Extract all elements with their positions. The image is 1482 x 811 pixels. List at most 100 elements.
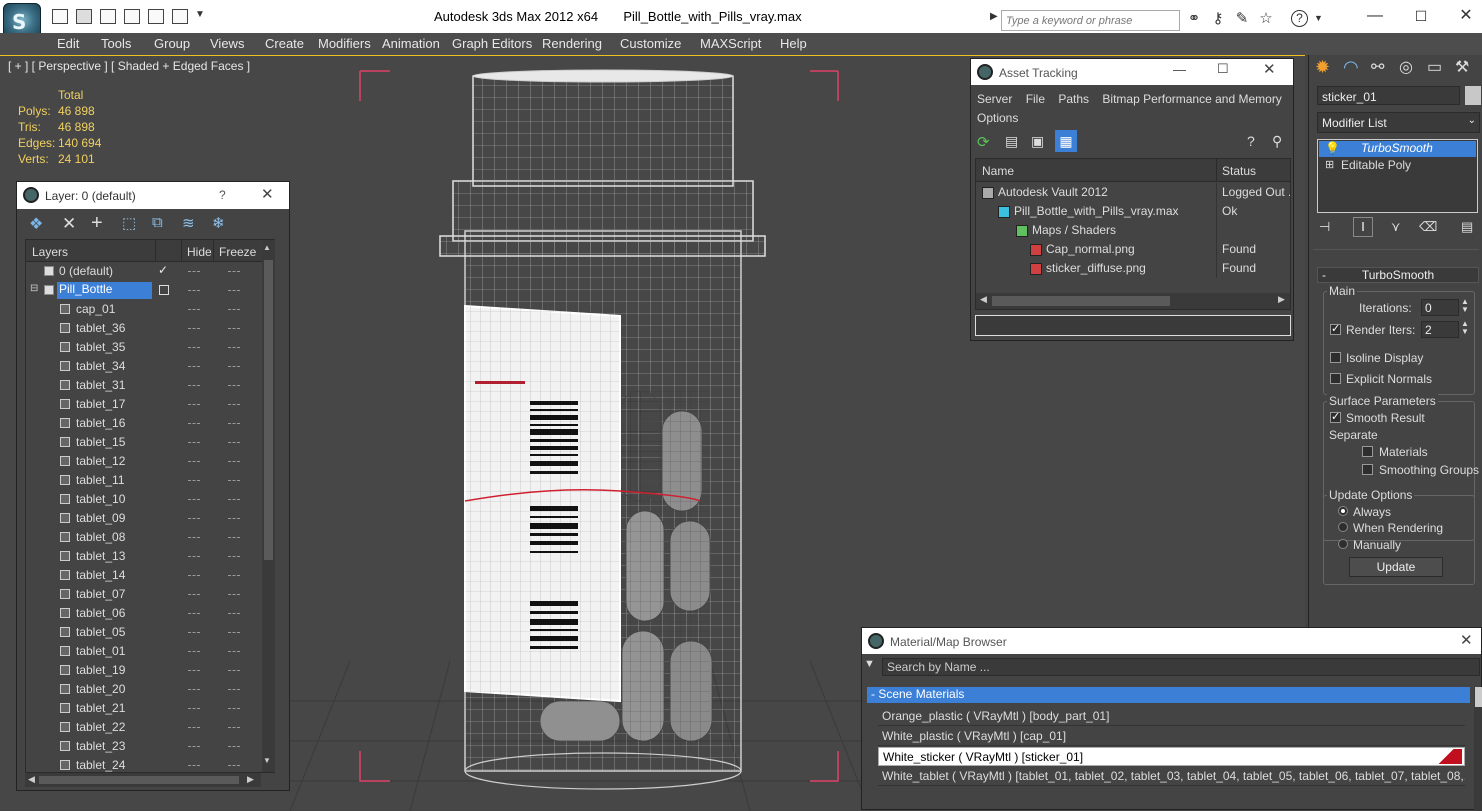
layer-row[interactable]: tablet_15 (26, 433, 258, 452)
infocenter-search-input[interactable]: Type a keyword or phrase (1001, 10, 1180, 31)
layer-row[interactable]: tablet_17 (26, 395, 258, 414)
menu-animation[interactable]: Animation (382, 36, 440, 51)
freeze-toggle[interactable] (228, 385, 240, 386)
list-view-icon[interactable]: ▤ (1005, 133, 1018, 150)
layer-row[interactable]: tablet_31 (26, 376, 258, 395)
material-browser-titlebar[interactable]: Material/Map Browser ✕ (862, 628, 1481, 654)
layer-row[interactable]: tablet_01 (26, 642, 258, 661)
binoculars-icon[interactable]: ⚭ (1185, 10, 1203, 28)
layer-row[interactable]: tablet_11 (26, 471, 258, 490)
hide-toggle[interactable] (188, 632, 200, 633)
hide-toggle[interactable] (188, 404, 200, 405)
select-objects-icon[interactable]: ⬚ (122, 214, 136, 232)
freeze-toggle[interactable] (228, 537, 240, 538)
freeze-toggle[interactable] (228, 670, 240, 671)
layer-scrollbar[interactable]: ▲ ▼ (262, 240, 275, 772)
freeze-toggle[interactable] (228, 442, 240, 443)
hide-toggle[interactable] (188, 309, 200, 310)
asset-menu-paths[interactable]: Paths (1058, 92, 1089, 106)
when-rendering-radio[interactable] (1338, 522, 1348, 532)
menu-tools[interactable]: Tools (101, 36, 131, 51)
freeze-toggle[interactable] (228, 556, 240, 557)
material-search-input[interactable]: Search by Name ... (882, 658, 1480, 676)
hide-toggle[interactable] (188, 499, 200, 500)
menu-create[interactable]: Create (265, 36, 304, 51)
subscription-key-icon[interactable]: ⚷ (1209, 10, 1227, 28)
layer-row[interactable]: tablet_13 (26, 547, 258, 566)
menu-modifiers[interactable]: Modifiers (318, 36, 371, 51)
freeze-toggle[interactable] (228, 290, 240, 291)
freeze-toggle[interactable] (228, 727, 240, 728)
current-layer-box[interactable] (159, 285, 169, 295)
hide-toggle[interactable] (188, 613, 200, 614)
remove-modifier-icon[interactable]: ⌫ (1419, 219, 1437, 235)
viewport-label[interactable]: [ + ] [ Perspective ] [ Shaded + Edged F… (8, 59, 250, 73)
hide-toggle[interactable] (188, 347, 200, 348)
menu-rendering[interactable]: Rendering (542, 36, 602, 51)
motion-tab-icon[interactable]: ◎ (1399, 57, 1413, 77)
asset-hscroll-thumb[interactable] (992, 296, 1170, 306)
iterations-spinner[interactable]: 0 (1421, 299, 1459, 316)
menu-help[interactable]: Help (780, 36, 807, 51)
render-iters-spinner[interactable]: 2 (1421, 321, 1459, 338)
menu-graph-editors[interactable]: Graph Editors (452, 36, 532, 51)
hide-toggle[interactable] (188, 366, 200, 367)
make-unique-icon[interactable]: ⋎ (1391, 219, 1401, 235)
maximize-icon[interactable]: ☐ (1406, 6, 1436, 26)
layer-row[interactable]: tablet_09 (26, 509, 258, 528)
asset-scroll-right-icon[interactable]: ▶ (1278, 294, 1285, 305)
layer-row[interactable]: tablet_34 (26, 357, 258, 376)
hide-toggle[interactable] (188, 708, 200, 709)
layer-row[interactable]: tablet_06 (26, 604, 258, 623)
table-view-icon[interactable]: ▦ (1055, 130, 1077, 152)
layer-row[interactable]: tablet_19 (26, 661, 258, 680)
col-freeze[interactable]: Freeze (219, 245, 256, 259)
utilities-tab-icon[interactable]: ⚒ (1455, 57, 1469, 77)
layer-scroll-thumb[interactable] (264, 260, 273, 560)
freeze-toggle[interactable] (228, 271, 240, 272)
hide-all-icon[interactable]: ≋ (182, 214, 195, 232)
hide-toggle[interactable] (188, 290, 200, 291)
layer-hscrollbar[interactable]: ◀ ▶ (25, 773, 261, 787)
manually-radio[interactable] (1338, 539, 1348, 549)
hide-toggle[interactable] (188, 480, 200, 481)
layer-row[interactable]: tablet_35 (26, 338, 258, 357)
material-row[interactable]: White_tablet ( VRayMtl ) [tablet_01, tab… (878, 767, 1465, 786)
menu-edit[interactable]: Edit (57, 36, 79, 51)
help-icon[interactable]: ? (1291, 10, 1308, 27)
layer-row[interactable]: tablet_36 (26, 319, 258, 338)
col-layers[interactable]: Layers (32, 245, 68, 259)
layer-row[interactable]: 0 (default) ✓ (26, 262, 258, 281)
freeze-toggle[interactable] (228, 632, 240, 633)
asset-hscrollbar[interactable]: ◀ ▶ (976, 293, 1290, 309)
scroll-right-icon[interactable]: ▶ (247, 774, 254, 785)
asset-maximize-icon[interactable]: ☐ (1217, 61, 1229, 77)
layer-row[interactable]: ⊟ Pill_Bottle (26, 281, 258, 300)
layer-row[interactable]: tablet_21 (26, 699, 258, 718)
layer-panel-close-icon[interactable]: ✕ (261, 185, 274, 203)
add-to-layer-icon[interactable]: + (91, 212, 103, 235)
hide-toggle[interactable] (188, 594, 200, 595)
material-browser-scrollbar[interactable] (1474, 687, 1482, 811)
layer-row[interactable]: tablet_16 (26, 414, 258, 433)
hide-toggle[interactable] (188, 328, 200, 329)
create-tab-icon[interactable]: ✹ (1315, 57, 1330, 78)
hierarchy-tab-icon[interactable]: ⚯ (1371, 57, 1384, 77)
modifier-list-dropdown[interactable]: Modifier List ⌄ (1317, 112, 1480, 133)
scroll-down-icon[interactable]: ▼ (263, 756, 271, 765)
hide-toggle[interactable] (188, 461, 200, 462)
hide-toggle[interactable] (188, 575, 200, 576)
scene-materials-group-header[interactable]: - Scene Materials (867, 687, 1470, 703)
render-iters-spinner-arrows[interactable]: ▲ ▼ (1461, 320, 1469, 336)
freeze-toggle[interactable] (228, 480, 240, 481)
asset-row[interactable]: Maps / Shaders (976, 221, 1290, 240)
layer-row[interactable]: tablet_10 (26, 490, 258, 509)
freeze-toggle[interactable] (228, 708, 240, 709)
turbosmooth-rollout-header[interactable]: - TurboSmooth (1317, 267, 1479, 283)
asset-menu-file[interactable]: File (1026, 92, 1045, 106)
layer-panel-help-button[interactable]: ? (219, 188, 226, 202)
configure-sets-icon[interactable]: ▤ (1461, 219, 1473, 235)
hide-toggle[interactable] (188, 537, 200, 538)
layer-row[interactable]: tablet_22 (26, 718, 258, 737)
close-icon[interactable]: ✕ (1451, 6, 1481, 26)
